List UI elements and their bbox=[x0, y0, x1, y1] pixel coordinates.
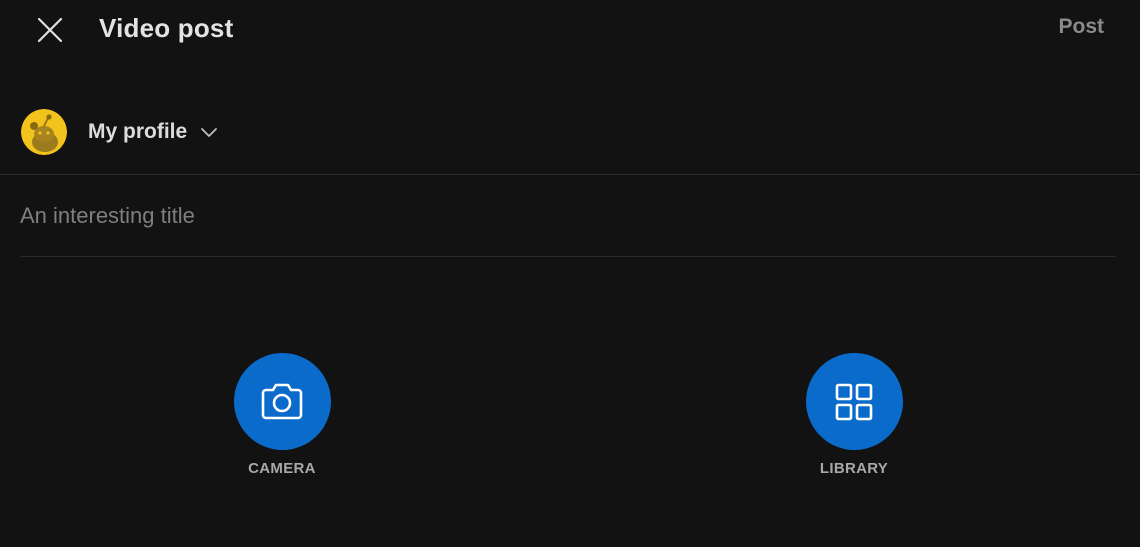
snoo-avatar-icon bbox=[21, 109, 67, 155]
camera-circle bbox=[233, 353, 331, 450]
camera-label: CAMERA bbox=[248, 460, 316, 477]
divider bbox=[20, 256, 1116, 257]
camera-icon bbox=[261, 383, 303, 419]
camera-button[interactable]: CAMERA bbox=[212, 353, 352, 477]
profile-label: My profile bbox=[88, 120, 188, 143]
library-circle bbox=[805, 353, 903, 450]
avatar bbox=[21, 109, 67, 155]
chevron-down-icon bbox=[199, 122, 219, 142]
post-button[interactable]: Post bbox=[1058, 15, 1104, 39]
library-button[interactable]: LIBRARY bbox=[784, 353, 924, 477]
grid-icon bbox=[835, 383, 873, 420]
title-input[interactable] bbox=[20, 195, 1116, 237]
page-title: Video post bbox=[99, 13, 234, 43]
library-label: LIBRARY bbox=[819, 460, 889, 477]
profile-selector[interactable]: My profile bbox=[21, 108, 219, 156]
divider bbox=[0, 174, 1140, 175]
top-bar: Video post Post bbox=[0, 0, 1140, 60]
close-button[interactable] bbox=[30, 10, 70, 50]
close-icon bbox=[37, 17, 63, 43]
